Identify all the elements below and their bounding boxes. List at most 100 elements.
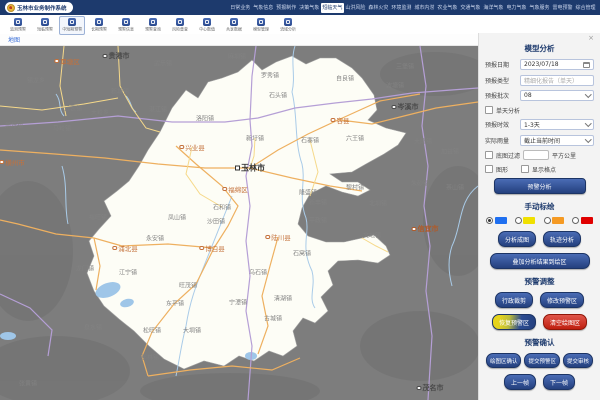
map-place-label: 浦北县 [112,243,138,253]
draw-color-radio[interactable] [572,217,593,224]
map-place-label: 覃塘区 [54,56,80,66]
map-place-label: 武乐镇 [154,59,172,68]
nav-item[interactable]: 海洋气象 [482,3,505,13]
map-place-label: 横州市 [0,157,25,167]
calendar-icon[interactable] [583,62,590,68]
confirm-action-button[interactable]: 提交审核 [563,353,593,368]
panel-title-adjust: 预警调整 [485,276,594,287]
toolbar-item[interactable]: 风险普查 [167,16,193,35]
map-place-label: 容县 [331,115,350,125]
radio-icon [572,217,579,224]
toolbar-item-label: 长期预警 [91,27,107,32]
place-marker-icon [392,105,397,110]
map-place-label: 镇龙乡 [27,76,45,85]
draw-color-radio[interactable] [486,217,507,224]
forecast-batch-select[interactable]: 08 [520,90,594,101]
map-place-label: 沙田镇 [207,217,225,226]
nav-item[interactable]: 环境监测 [390,3,413,13]
graphic-label: 图形 [496,165,508,174]
adjust-action-button[interactable]: 修改预警区 [540,292,584,308]
frame-nav-button[interactable]: 上一帧 [504,374,536,390]
toolbar-item[interactable]: 模型管理 [248,16,274,35]
actual-rain-select[interactable]: 截止当前时间 [520,135,594,146]
adjust-buttons-row2: 恢复预警区清空绘图区 [485,314,594,330]
toolbar-item[interactable]: 中心数值 [194,16,220,35]
map-place-label: 自良镇 [336,74,354,83]
nav-item[interactable]: 综合管理 [574,3,597,13]
graphic-checkbox[interactable] [485,165,493,173]
forecast-date-label: 预报日期 [485,60,517,69]
frame-nav-button[interactable]: 下一帧 [543,374,575,390]
panel-title-confirm: 预警确认 [485,337,594,348]
toolbar-item[interactable]: 长期预警 [86,16,112,35]
map-place-label: 信宜市 [412,224,439,234]
adjust-action-button[interactable]: 清空绘图区 [543,314,587,330]
nav-item[interactable]: 日常业务 [229,3,252,13]
confirm-action-button[interactable]: 绘图区确认 [486,353,522,368]
module-icon [176,18,184,26]
nav-item[interactable]: 山洪风险 [344,3,367,13]
close-icon[interactable]: × [485,35,594,42]
toolbar-item[interactable]: 中短期预警 [59,16,85,35]
toolbar-item[interactable]: 预警信息 [113,16,139,35]
single-day-checkbox[interactable] [485,106,493,114]
map-place-label: 洛阳镇 [196,114,214,123]
warning-analyze-button[interactable]: 预警分析 [494,178,586,194]
draw-color-radios [486,217,593,224]
nav-item[interactable]: 短临天气 [321,3,344,13]
toolbar-item-label: 预警信息 [118,27,134,32]
toolbar-item[interactable]: 共享数据 [221,16,247,35]
toolbar-item[interactable]: 短临预警 [32,16,58,35]
draw-action-button[interactable]: 轨迹分析 [543,231,581,247]
forecast-date-value: 2023/07/18 [524,61,559,68]
draw-color-radio[interactable] [515,217,536,224]
nav-item[interactable]: 交通气象 [459,3,482,13]
toolbar-item-label: 流域分析 [280,27,296,32]
actual-rain-value: 截止当前时间 [524,136,560,145]
filter-area-input[interactable] [523,150,549,160]
nav-item[interactable]: 预报制作 [275,3,298,13]
breadcrumb-label[interactable]: 地图 [8,35,20,44]
forecast-type-input[interactable]: 精细化报告（单天） [520,75,594,86]
forecast-period-select[interactable]: 1-3天 [520,119,594,130]
overlay-result-button[interactable]: 叠加分析结果到绘区 [490,253,590,269]
map-place-label: 宁潭镇 [229,298,247,307]
color-swatch [581,217,593,224]
map-place-label: 乌石镇 [249,268,267,277]
map-place-label: 凤山镇 [168,213,186,222]
toolbar-item-label: 预警查询 [145,27,161,32]
nav-item[interactable]: 决策气象 [298,3,321,13]
module-icon [14,18,22,26]
nav-item[interactable]: 气象服务 [528,3,551,13]
nav-item[interactable]: 电力气象 [505,3,528,13]
draw-color-radio[interactable] [544,217,565,224]
nav-item[interactable]: 气象信息 [252,3,275,13]
place-marker-icon [417,386,422,391]
toolbar-item[interactable]: 预警查询 [140,16,166,35]
map-place-label: 朱砂镇 [411,179,429,188]
nav-item[interactable]: 农业气象 [436,3,459,13]
toolbar-item[interactable]: 流域分析 [275,16,301,35]
confirm-action-button[interactable]: 提交预警区 [524,353,560,368]
nav-item[interactable]: 雷电预警 [551,3,574,13]
forecast-period-field: 预报时效 1-3天 [485,119,594,130]
toolbar-item-label: 短临预警 [37,27,53,32]
forecast-date-input[interactable]: 2023/07/18 [520,59,594,70]
map-place-label: 福旺镇 [89,213,107,222]
map-place-label: 岑溪市 [392,102,419,112]
adjust-action-button[interactable]: 恢复预警区 [492,314,536,330]
grid-checkbox[interactable] [521,165,529,173]
draw-action-button[interactable]: 分析成图 [498,231,536,247]
toolbar-item[interactable]: 监测预警 [5,16,31,35]
basemap-filter-checkbox[interactable] [485,151,493,159]
nav-item[interactable]: 城市内涝 [413,3,436,13]
map-place-label: 波塘镇 [386,81,404,90]
adjust-action-button[interactable]: 行政裁剪 [495,292,533,308]
color-swatch [495,217,507,224]
chevron-down-icon [585,120,591,126]
map-place-label: 张黄镇 [19,379,37,388]
map-canvas[interactable]: 贵港市 覃塘区 武乐镇 麻垌镇 镇龙乡 新塘镇 云表镇 大岭乡 [0,46,478,400]
place-marker-icon [331,118,336,123]
nav-item[interactable]: 森林火灾 [367,3,390,13]
filter-unit-label: 平方公里 [552,151,576,160]
